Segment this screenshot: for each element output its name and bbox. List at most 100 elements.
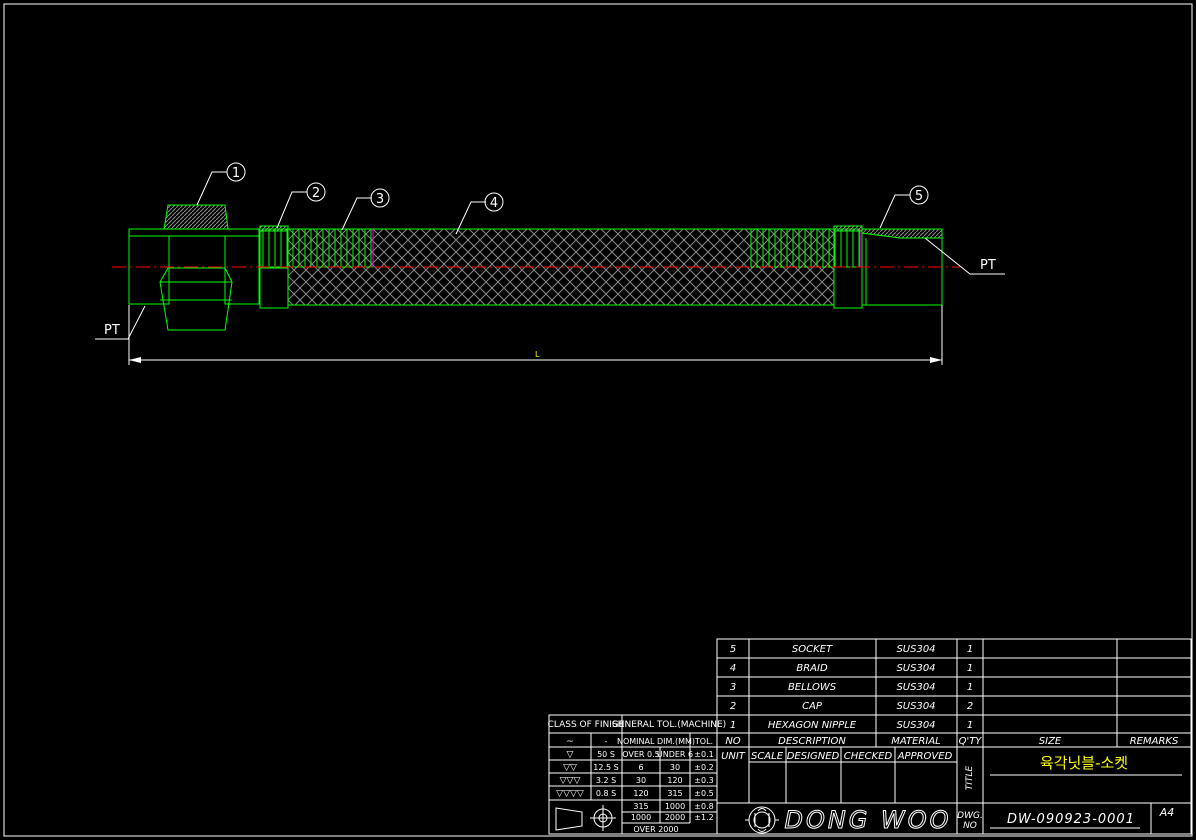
balloon-3: 3 bbox=[341, 188, 390, 231]
svg-text:NOMINAL DIM.(MM): NOMINAL DIM.(MM) bbox=[617, 737, 695, 746]
svg-text:DESCRIPTION: DESCRIPTION bbox=[778, 736, 846, 747]
parts-cell-no: 2 bbox=[730, 701, 736, 712]
parts-cell-description: HEXAGON NIPPLE bbox=[768, 720, 857, 731]
length-dimension: L bbox=[128, 305, 943, 365]
finish-symbol: ~ bbox=[566, 737, 574, 747]
finish-value: 3.2 S bbox=[596, 776, 616, 785]
svg-text:L: L bbox=[535, 350, 540, 359]
tol-to: 30 bbox=[670, 763, 680, 772]
third-angle-projection-symbol bbox=[555, 805, 616, 831]
finish-symbol: ▽▽ bbox=[563, 763, 577, 773]
company-name: DONG WOO bbox=[784, 806, 951, 834]
svg-text:3: 3 bbox=[376, 192, 384, 207]
finish-value: 50 S bbox=[597, 750, 615, 759]
parts-cell-material: SUS304 bbox=[896, 663, 935, 674]
svg-text:SIZE: SIZE bbox=[1039, 736, 1062, 747]
sheet-size: A4 bbox=[1159, 806, 1175, 819]
drawing-number: DW-090923-0001 bbox=[1007, 812, 1135, 827]
svg-text:NO: NO bbox=[725, 736, 740, 747]
title-block-text: UNIT SCALE DESIGNED CHECKED APPROVED TIT… bbox=[721, 751, 1175, 835]
svg-text:REMARKS: REMARKS bbox=[1130, 736, 1179, 747]
parts-cell-qty: 1 bbox=[967, 644, 973, 655]
parts-cell-qty: 1 bbox=[967, 682, 973, 693]
pt-leader-right: PT bbox=[924, 237, 1005, 275]
tol-to: 1000 bbox=[665, 802, 685, 811]
parts-cell-material: SUS304 bbox=[896, 720, 935, 731]
drawing-title: 육각닛블-소켓 bbox=[1040, 754, 1128, 772]
parts-list-header: NO DESCRIPTION MATERIAL Q'TY SIZE REMARK… bbox=[725, 736, 1179, 747]
parts-row: 5 SOCKET SUS304 1 bbox=[730, 644, 973, 655]
balloon-4: 4 bbox=[455, 192, 504, 235]
parts-cell-no: 5 bbox=[730, 644, 736, 655]
parts-cell-no: 1 bbox=[730, 720, 736, 731]
svg-text:Q'TY: Q'TY bbox=[959, 736, 983, 747]
balloon-callouts: 1 2 3 4 5 bbox=[196, 162, 929, 235]
parts-cell-qty: 2 bbox=[967, 701, 973, 712]
svg-text:4: 4 bbox=[490, 196, 498, 211]
parts-cell-no: 4 bbox=[730, 663, 736, 674]
sheet-border bbox=[3, 3, 1193, 837]
tol-value: ±0.5 bbox=[694, 789, 713, 798]
tolerance-table: GENERAL TOL.(MACHINE) NOMINAL DIM.(MM) T… bbox=[612, 720, 726, 834]
tol-value: ±0.8 bbox=[694, 802, 713, 811]
parts-cell-description: BELLOWS bbox=[788, 682, 837, 693]
parts-cell-description: CAP bbox=[802, 701, 823, 712]
svg-text:DWG.: DWG. bbox=[957, 811, 983, 821]
svg-text:PT: PT bbox=[980, 258, 996, 273]
parts-list-rows: 5 SOCKET SUS304 1 4 BRAID SUS304 1 3 BELLOWS SUS30… bbox=[730, 644, 973, 731]
svg-text:UNIT: UNIT bbox=[721, 751, 746, 762]
svg-text:NO: NO bbox=[963, 821, 977, 831]
svg-text:SCALE: SCALE bbox=[751, 751, 784, 762]
svg-text:APPROVED: APPROVED bbox=[897, 751, 953, 762]
svg-text:DESIGNED: DESIGNED bbox=[787, 751, 840, 762]
finish-value: 0.8 S bbox=[596, 789, 616, 798]
balloon-5: 5 bbox=[879, 185, 929, 229]
parts-cell-material: SUS304 bbox=[896, 701, 935, 712]
tol-from: 6 bbox=[638, 763, 643, 772]
parts-row: 3 BELLOWS SUS304 1 bbox=[730, 682, 973, 693]
svg-text:CHECKED: CHECKED bbox=[844, 751, 893, 762]
parts-cell-qty: 1 bbox=[967, 663, 973, 674]
svg-text:5: 5 bbox=[915, 189, 923, 204]
tol-from: 120 bbox=[633, 789, 648, 798]
cad-drawing-canvas: 1 2 3 4 5 PT PT L 5 SOCKET SUS304 14 BRA… bbox=[3, 3, 1193, 837]
parts-cell-material: SUS304 bbox=[896, 682, 935, 693]
svg-text:TITLE: TITLE bbox=[965, 766, 975, 791]
svg-text:PT: PT bbox=[104, 323, 120, 338]
pt-leader-left: PT bbox=[95, 305, 146, 340]
tol-from: OVER 0.5 bbox=[622, 750, 660, 759]
tol-to: UNDER 6 bbox=[657, 750, 693, 759]
parts-row: 1 HEXAGON NIPPLE SUS304 1 bbox=[730, 720, 973, 731]
tol-value: ±0.1 bbox=[694, 750, 713, 759]
balloon-2: 2 bbox=[276, 182, 326, 229]
parts-row: 2 CAP SUS304 2 bbox=[730, 701, 973, 712]
tol-value: ±0.2 bbox=[694, 763, 713, 772]
tol-from: 1000 bbox=[631, 813, 651, 822]
finish-value: 12.5 S bbox=[593, 763, 618, 772]
tol-value: ±0.3 bbox=[694, 776, 713, 785]
tol-from: 30 bbox=[636, 776, 646, 785]
tol-value: ±1.2 bbox=[694, 813, 713, 822]
finish-value: - bbox=[605, 737, 608, 746]
balloon-1: 1 bbox=[196, 162, 246, 206]
svg-text:OVER 2000: OVER 2000 bbox=[633, 825, 678, 834]
svg-text:GENERAL TOL.(MACHINE): GENERAL TOL.(MACHINE) bbox=[612, 720, 726, 730]
tol-to: 2000 bbox=[665, 813, 685, 822]
company-logo bbox=[745, 806, 779, 834]
parts-row: 4 BRAID SUS304 1 bbox=[730, 663, 973, 674]
tol-to: 315 bbox=[667, 789, 682, 798]
parts-cell-description: BRAID bbox=[796, 663, 828, 674]
tol-to: 120 bbox=[667, 776, 682, 785]
finish-symbol: ▽▽▽▽ bbox=[556, 789, 584, 799]
parts-cell-description: SOCKET bbox=[792, 644, 833, 655]
parts-cell-no: 3 bbox=[730, 682, 736, 693]
svg-text:MATERIAL: MATERIAL bbox=[891, 736, 940, 747]
svg-text:1: 1 bbox=[232, 166, 240, 181]
hose-assembly bbox=[112, 204, 960, 331]
parts-cell-qty: 1 bbox=[967, 720, 973, 731]
svg-text:TOL.: TOL. bbox=[694, 737, 713, 746]
finish-symbol: ▽▽▽ bbox=[560, 776, 581, 786]
svg-text:2: 2 bbox=[312, 186, 320, 201]
finish-symbol: ▽ bbox=[567, 750, 574, 760]
parts-cell-material: SUS304 bbox=[896, 644, 935, 655]
